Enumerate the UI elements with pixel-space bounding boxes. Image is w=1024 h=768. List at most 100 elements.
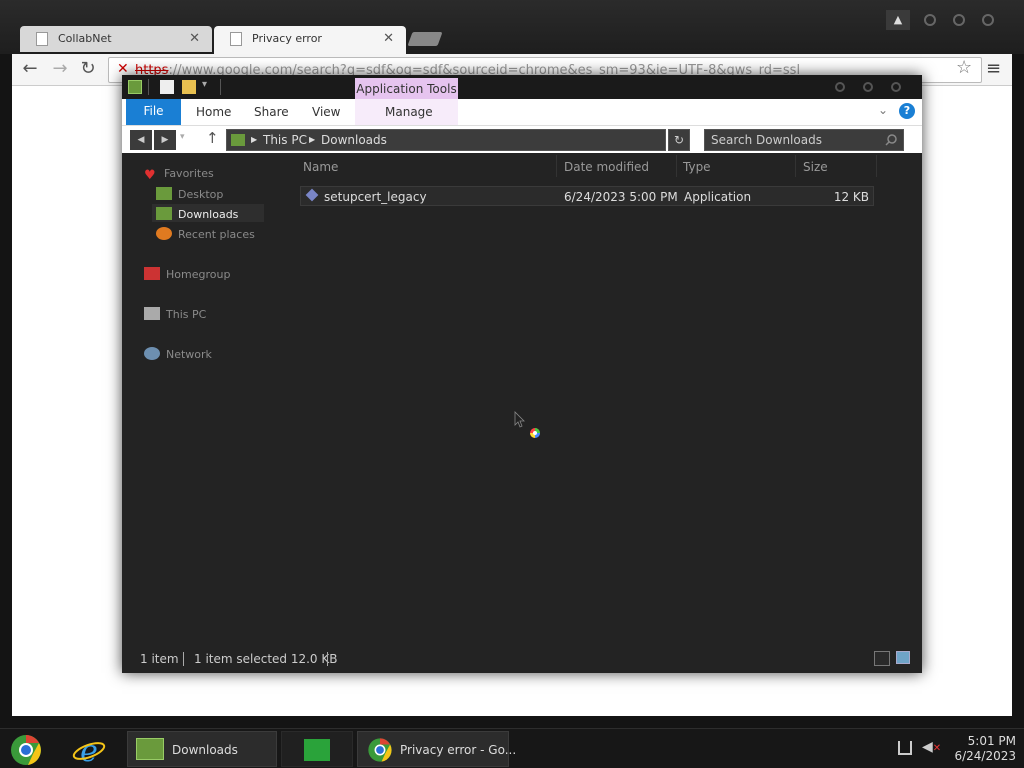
computer-icon [144,307,160,320]
divider [327,652,328,666]
taskbar-store-button[interactable] [281,731,353,767]
help-icon[interactable]: ? [899,103,915,119]
sidebar-item-favorites[interactable]: ♥ Favorites [144,167,214,185]
taskbar-chrome-button[interactable]: Privacy error - Go... [357,731,516,767]
sidebar-item-homegroup[interactable]: Homegroup [144,267,230,285]
breadcrumb[interactable]: ▶ This PC ▶ Downloads [226,129,666,151]
minimize-button[interactable] [835,82,845,92]
downloads-icon [156,207,172,220]
sidebar-item-this-pc[interactable]: This PC [144,307,206,325]
recent-locations-icon[interactable]: ▾ [180,132,185,142]
navigation-pane: ♥ Favorites Desktop Downloads Recent plac… [122,153,292,643]
ribbon-tabs: File Home Share View Manage ⌄ ? [122,99,922,125]
system-clock[interactable]: 5:01 PM 6/24/2023 [946,734,1016,764]
maximize-button[interactable] [953,14,965,26]
sidebar-item-label: Downloads [178,208,239,221]
customize-qat-icon[interactable]: ▾ [202,79,207,90]
divider [220,79,221,95]
file-date: 6/24/2023 5:00 PM [564,190,678,204]
breadcrumb-downloads[interactable]: Downloads [321,133,387,147]
desktop-icon [156,187,172,200]
explorer-titlebar: ▾ Application Tools [122,75,922,102]
column-separator[interactable] [876,155,877,177]
menu-icon[interactable]: ≡ [986,58,1001,79]
clock-icon [156,227,172,240]
application-icon [305,188,319,202]
file-row[interactable]: setupcert_legacy 6/24/2023 5:00 PM Appli… [300,186,874,206]
forward-icon[interactable]: → [48,58,72,82]
search-icon[interactable] [883,133,901,147]
new-folder-icon[interactable] [182,80,196,94]
mute-x-icon: ✕ [932,743,942,754]
large-icons-view-icon[interactable] [896,651,910,664]
back-icon[interactable]: ◀ [130,130,152,150]
minimize-button[interactable] [924,14,936,26]
file-name: setupcert_legacy [324,190,427,204]
breadcrumb-this-pc[interactable]: This PC [263,133,307,147]
file-type: Application [684,190,752,204]
sidebar-item-network[interactable]: Network [144,347,212,365]
chevron-right-icon: ▶ [251,135,258,144]
tab-view[interactable]: View [312,105,340,119]
column-separator[interactable] [795,155,796,177]
properties-icon[interactable] [160,80,174,94]
column-header-date[interactable]: Date modified [564,160,649,174]
folder-icon [231,134,245,146]
column-header-size[interactable]: Size [803,160,828,174]
folder-icon [128,80,142,94]
column-header-name[interactable]: Name [303,160,338,174]
close-icon[interactable]: ✕ [383,31,394,46]
close-button[interactable] [891,82,901,92]
refresh-icon[interactable]: ↻ [668,129,690,151]
internet-explorer-icon[interactable]: e [72,732,106,768]
sidebar-item-recent-places[interactable]: Recent places [156,227,255,245]
expand-ribbon-icon[interactable]: ⌄ [878,103,888,117]
up-icon[interactable]: ↑ [206,129,219,147]
taskbar-label: Privacy error - Go... [400,743,517,757]
item-count: 1 item [140,652,179,666]
tab-home[interactable]: Home [196,105,231,119]
close-icon[interactable]: ✕ [189,31,200,46]
forward-icon[interactable]: ▶ [154,130,176,150]
homegroup-icon [144,267,160,280]
status-bar: 1 item 1 item selected 12.0 KB [122,647,922,671]
tab-share[interactable]: Share [254,105,289,119]
taskbar-label: Downloads [172,743,238,757]
speaker-muted-icon[interactable]: ◀✕ [922,739,941,755]
search-field[interactable] [704,129,904,151]
column-separator[interactable] [556,155,557,177]
sidebar-item-label: Favorites [164,167,214,180]
sidebar-item-desktop[interactable]: Desktop [156,187,223,205]
search-input[interactable] [711,132,871,148]
tab-manage[interactable]: Manage [385,105,433,119]
explorer-window: ▾ Application Tools File Home Share View… [122,75,922,673]
close-window-button[interactable] [982,14,994,26]
tab-privacy-error[interactable]: Privacy error ✕ [214,26,406,54]
reload-icon[interactable]: ↻ [76,58,100,82]
network-tray-icon[interactable] [898,741,912,755]
page-icon [36,32,48,46]
sidebar-item-label: This PC [166,308,207,321]
profile-icon[interactable]: ▲ [886,10,910,30]
sidebar-item-label: Homegroup [166,268,231,281]
sidebar-item-downloads[interactable]: Downloads [156,207,238,225]
details-view-icon[interactable] [874,651,890,666]
tab-collabnet[interactable]: CollabNet ✕ [20,26,212,52]
column-separator[interactable] [676,155,677,177]
chevron-right-icon: ▶ [309,135,316,144]
explorer-address-bar: ◀ ▶ ▾ ↑ ▶ This PC ▶ Downloads ↻ [122,125,922,153]
page-icon [230,32,242,46]
chrome-icon [368,738,392,762]
column-header-type[interactable]: Type [683,160,711,174]
chrome-start-icon[interactable] [8,732,44,768]
new-tab-button[interactable] [407,32,443,46]
file-size: 12 KB [833,190,869,204]
divider [183,652,184,666]
tab-label: Privacy error [252,32,322,45]
file-list: Name Date modified Type Size setupcert_l… [292,153,922,643]
tab-file[interactable]: File [126,99,181,125]
maximize-button[interactable] [863,82,873,92]
back-icon[interactable]: ← [18,58,42,82]
bookmark-star-icon[interactable]: ☆ [956,57,972,78]
taskbar-downloads-button[interactable]: Downloads [127,731,277,767]
